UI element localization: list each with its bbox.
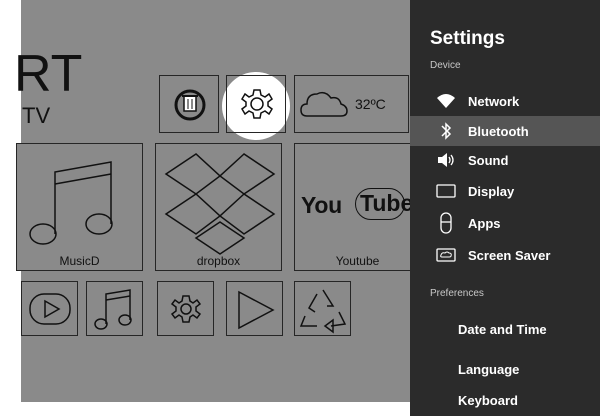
dropbox-tile-label: dropbox	[196, 254, 241, 268]
settings-item-language[interactable]: Language	[410, 354, 600, 384]
settings-item-label: Sound	[468, 153, 509, 168]
settings-item-keyboard[interactable]: Keyboard	[410, 385, 600, 415]
music-tile[interactable]: MusicD	[16, 143, 143, 271]
settings-item-label: Date and Time	[458, 322, 547, 337]
play-store-icon	[238, 290, 275, 330]
tv-screen: RT TV 32ºC MusicD dropbox You Tube Youtu…	[0, 0, 600, 416]
settings-item-label: Language	[458, 362, 520, 377]
play-store-tile[interactable]	[226, 281, 283, 336]
cleaner-icon	[174, 89, 206, 121]
recycle-tile[interactable]	[294, 281, 351, 336]
dropbox-icon	[164, 153, 276, 255]
wifi-icon	[437, 94, 455, 108]
music-small-tile[interactable]	[86, 281, 143, 336]
gear-icon	[170, 295, 202, 323]
dropbox-tile[interactable]: dropbox	[155, 143, 282, 271]
music-tile-label: MusicD	[59, 254, 100, 268]
settings-item-label: Display	[468, 184, 515, 199]
youtube-tile[interactable]: You Tube Youtube	[294, 143, 421, 271]
display-icon	[436, 184, 456, 198]
weather-temperature: 32ºC	[355, 96, 386, 112]
recycle-icon	[299, 289, 347, 334]
brand-logo-text: RT	[14, 45, 83, 103]
preferences-section-header: Preferences	[430, 288, 484, 299]
screen-saver-icon	[436, 248, 456, 262]
cloud-icon	[300, 91, 348, 117]
youtube-logo-text: You	[301, 192, 342, 218]
music-note-icon	[29, 161, 113, 245]
settings-item-display[interactable]: Display	[410, 176, 600, 206]
youtube-tile-label: Youtube	[335, 254, 380, 268]
settings-item-bluetooth[interactable]: Bluetooth	[410, 116, 600, 146]
settings-item-date-time[interactable]: Date and Time	[410, 314, 600, 344]
settings-item-sound[interactable]: Sound	[410, 145, 600, 175]
settings-item-screen-saver[interactable]: Screen Saver	[410, 240, 600, 270]
settings-item-apps[interactable]: Apps	[410, 208, 600, 238]
settings-item-label: Bluetooth	[468, 124, 529, 139]
settings-item-label: Apps	[468, 216, 501, 231]
brand-logo-subtext: TV	[22, 103, 51, 128]
device-section-header: Device	[430, 60, 461, 71]
settings-item-label: Network	[468, 94, 520, 109]
music-note-icon	[94, 289, 132, 330]
video-player-tile[interactable]	[21, 281, 78, 336]
settings-panel: Settings Device Network Bluetooth Sound	[410, 0, 600, 416]
play-button-icon	[29, 293, 71, 325]
phone-icon	[440, 212, 452, 234]
weather-tile[interactable]: 32ºC	[294, 75, 409, 133]
settings-item-network[interactable]: Network	[410, 86, 600, 116]
settings-item-label: Keyboard	[458, 393, 518, 408]
settings-tile[interactable]	[226, 75, 286, 133]
settings-small-tile[interactable]	[157, 281, 214, 336]
speaker-icon	[438, 153, 454, 167]
youtube-logo-pill: Tube	[355, 188, 413, 220]
settings-item-label: Screen Saver	[468, 248, 551, 263]
gear-icon	[241, 89, 273, 119]
bluetooth-icon	[441, 122, 452, 140]
cleaner-tile[interactable]	[159, 75, 219, 133]
settings-title: Settings	[430, 28, 505, 49]
